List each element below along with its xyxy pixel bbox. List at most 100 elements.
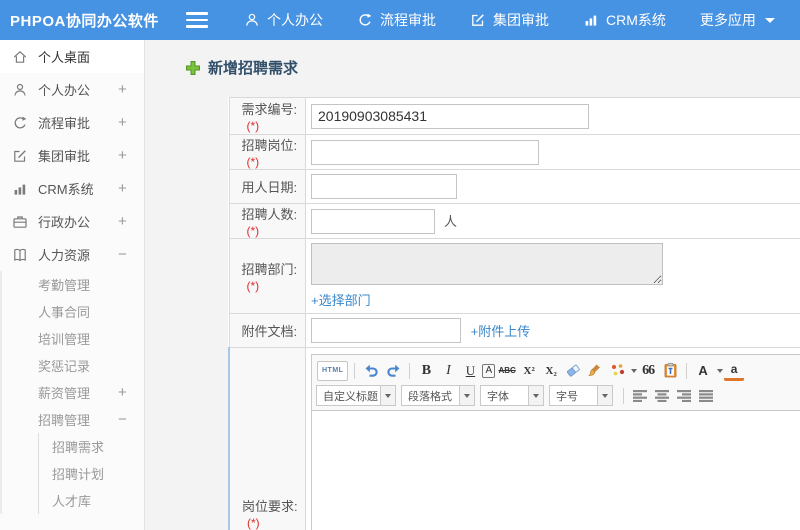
bar-chart-icon <box>12 181 29 197</box>
collapse-minus-icon[interactable]: − <box>118 411 144 428</box>
font-color-button[interactable]: A <box>693 361 713 381</box>
expand-plus-icon[interactable]: + <box>118 384 144 401</box>
collapse-minus-icon[interactable]: − <box>118 246 144 263</box>
align-justify-icon[interactable] <box>696 386 716 406</box>
page-title: 新增招聘需求 <box>185 57 800 78</box>
align-center-icon[interactable] <box>652 386 672 406</box>
html-source-button[interactable]: HTML <box>317 360 349 381</box>
sidebar-item-attendance[interactable]: 考勤管理 <box>2 271 144 298</box>
expand-plus-icon[interactable]: + <box>118 147 144 164</box>
font-size-dropdown[interactable]: 字号 <box>549 385 613 406</box>
expand-plus-icon[interactable]: + <box>118 213 144 230</box>
sidebar-item-salary[interactable]: 薪资管理 + <box>2 379 144 406</box>
sidebar-item-workflow-approval[interactable]: 流程审批 + <box>0 106 144 139</box>
dropdown-caret <box>528 386 543 405</box>
format-brush-icon[interactable] <box>585 361 605 381</box>
green-plus-icon <box>185 60 201 76</box>
nav-personal-office[interactable]: 个人办公 <box>234 10 333 30</box>
blockquote-button[interactable]: 66 <box>638 361 658 381</box>
eraser-icon[interactable] <box>563 361 583 381</box>
strikethrough-button[interactable]: ABC <box>497 361 517 381</box>
custom-title-dropdown[interactable]: 自定义标题 <box>316 385 396 406</box>
sidebar-item-crm[interactable]: CRM系统 + <box>0 172 144 205</box>
sidebar-item-hr[interactable]: 人力资源 − <box>0 238 144 271</box>
briefcase-icon <box>12 214 29 230</box>
sidebar-item-talent-pool[interactable]: 人才库 <box>39 487 144 514</box>
home-icon <box>12 49 29 65</box>
redo-icon[interactable] <box>383 361 403 381</box>
user-icon <box>12 82 29 98</box>
expand-plus-icon[interactable]: + <box>118 81 144 98</box>
italic-button[interactable]: I <box>438 361 458 381</box>
subscript-button[interactable]: X₂ <box>541 361 561 381</box>
sidebar-item-training[interactable]: 培训管理 <box>2 325 144 352</box>
user-icon <box>244 12 260 28</box>
attachment-input[interactable] <box>311 318 461 343</box>
align-left-icon[interactable] <box>630 386 650 406</box>
field-label-department: 招聘部门:(*) <box>228 238 306 314</box>
sidebar-item-admin-office[interactable]: 行政办公 + <box>0 205 144 238</box>
expand-plus-icon[interactable]: + <box>118 114 144 131</box>
hamburger-menu-icon[interactable] <box>186 12 208 28</box>
color-dots-icon[interactable] <box>607 361 627 381</box>
sidebar-item-group-approval[interactable]: 集团审批 + <box>0 139 144 172</box>
demand-number-input[interactable] <box>311 103 589 129</box>
hire-date-input[interactable] <box>311 174 457 199</box>
top-nav: 个人办公 流程审批 集团审批 CRM系统 更多应用 <box>234 10 799 30</box>
hr-submenu: 考勤管理 人事合同 培训管理 奖惩记录 薪资管理 + 招聘管理 − 招聘需求 招聘计… <box>0 271 144 514</box>
field-label-attachment: 附件文档: <box>228 313 306 348</box>
sidebar: 个人桌面 个人办公 + 流程审批 + 集团审批 + CRM系统 + 行政办公 + <box>0 40 145 530</box>
superscript-button[interactable]: X² <box>519 361 539 381</box>
sidebar-item-personal-office[interactable]: 个人办公 + <box>0 73 144 106</box>
workflow-icon <box>12 115 29 131</box>
editor-content-area[interactable] <box>311 411 800 530</box>
headcount-unit: 人 <box>444 214 458 229</box>
align-right-icon[interactable] <box>674 386 694 406</box>
headcount-input[interactable] <box>311 208 435 234</box>
workflow-icon <box>357 12 373 28</box>
required-mark: (*) <box>246 155 260 169</box>
attachment-upload-link[interactable]: +附件上传 <box>471 324 531 339</box>
rich-text-editor: HTML B I U A ABC X² X₂ 66 A a 自定义标题 段落格式… <box>311 354 800 530</box>
nav-more-apps[interactable]: 更多应用 <box>690 10 785 30</box>
color-dropdown-caret[interactable] <box>631 368 638 373</box>
undo-icon[interactable] <box>361 361 381 381</box>
caret-down-icon <box>764 17 775 23</box>
nav-crm-system[interactable]: CRM系统 <box>573 10 676 30</box>
dropdown-caret <box>597 386 612 405</box>
sidebar-item-recruit-mgmt[interactable]: 招聘管理 − <box>2 406 144 433</box>
highlight-color-button[interactable]: a <box>724 361 745 381</box>
required-mark: (*) <box>246 224 260 238</box>
paragraph-format-dropdown[interactable]: 段落格式 <box>401 385 475 406</box>
paste-icon[interactable] <box>660 361 680 381</box>
expand-plus-icon[interactable]: + <box>118 180 144 197</box>
field-label-headcount: 招聘人数:(*) <box>228 203 306 239</box>
edit-square-icon <box>12 148 29 164</box>
nav-group-approval[interactable]: 集团审批 <box>460 10 559 30</box>
app-logo: PHPOA协同办公软件 <box>10 12 159 30</box>
dropdown-caret <box>459 386 474 405</box>
underline-button[interactable]: U <box>460 361 480 381</box>
recruitment-form: 需求编号:(*) 招聘岗位:(*) <box>228 97 800 530</box>
sidebar-item-recruit-demand[interactable]: 招聘需求 <box>39 433 144 460</box>
font-color-caret[interactable] <box>717 368 724 373</box>
nav-workflow-approval[interactable]: 流程审批 <box>347 10 446 30</box>
sidebar-item-recruit-plan[interactable]: 招聘计划 <box>39 460 144 487</box>
autotypeset-button[interactable]: A <box>482 363 496 378</box>
select-department-link[interactable]: +选择部门 <box>311 290 371 309</box>
sidebar-item-personal-desktop[interactable]: 个人桌面 <box>0 40 144 73</box>
department-textarea[interactable] <box>311 243 663 285</box>
field-label-hire-date: 用人日期: <box>228 169 306 204</box>
sidebar-item-rewards[interactable]: 奖惩记录 <box>2 352 144 379</box>
position-input[interactable] <box>311 139 539 165</box>
bar-chart-icon <box>583 12 599 28</box>
editor-toolbar: HTML B I U A ABC X² X₂ 66 A a 自定义标题 段落格式… <box>311 354 800 411</box>
required-mark: (*) <box>246 279 260 293</box>
dropdown-caret <box>380 386 395 405</box>
bold-button[interactable]: B <box>416 361 436 381</box>
font-family-dropdown[interactable]: 字体 <box>480 385 544 406</box>
sidebar-item-hr-contract[interactable]: 人事合同 <box>2 298 144 325</box>
required-mark: (*) <box>247 515 260 530</box>
recruit-submenu: 招聘需求 招聘计划 人才库 <box>38 433 144 514</box>
field-label-position: 招聘岗位:(*) <box>228 134 306 170</box>
